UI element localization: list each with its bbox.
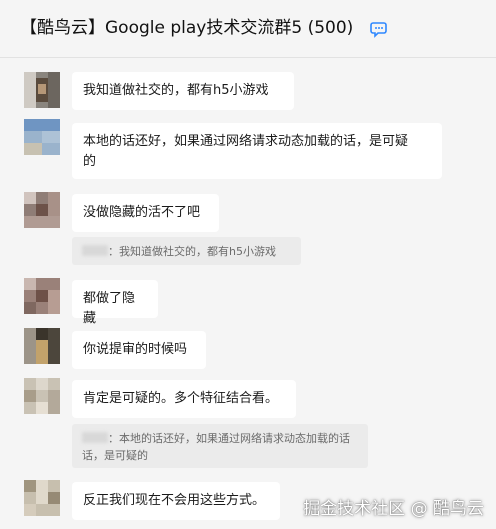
message-text: 肯定是可疑的。多个特征结合看。 bbox=[83, 391, 279, 406]
chat-header: 【酷鸟云】Google play技术交流群5 (500) bbox=[0, 0, 496, 58]
watermark: 掘金技术社区 @ 酷鸟云 bbox=[303, 499, 484, 519]
quoted-sender-name bbox=[82, 432, 108, 443]
quoted-text-line: ：本地的话还好，如果通过网络请求动态加载的话 bbox=[108, 432, 350, 445]
message-bubble: 没做隐藏的活不了吧 bbox=[72, 194, 219, 232]
quoted-sender-name bbox=[82, 245, 108, 256]
message-bubble: 我知道做社交的，都有h5小游戏 bbox=[72, 72, 294, 110]
message-text-line: 的 bbox=[83, 154, 97, 169]
group-title[interactable]: 【酷鸟云】Google play技术交流群5 (500) bbox=[20, 17, 353, 39]
message-bubble: 都做了隐藏 bbox=[72, 280, 158, 326]
message-bubble: 反正我们现在不会用这些方式。 bbox=[72, 482, 280, 520]
avatar[interactable] bbox=[24, 480, 60, 516]
message-text-line: 本地的话还好，如果通过网络请求动态加载的话，是可疑 bbox=[83, 134, 409, 149]
message-bubble: 你说提审的时候吗 bbox=[72, 331, 206, 369]
quoted-text: ：我知道做社交的，都有h5小游戏 bbox=[108, 245, 276, 258]
chat-bubble-icon[interactable] bbox=[370, 20, 388, 38]
avatar[interactable] bbox=[24, 328, 60, 364]
avatar[interactable] bbox=[24, 119, 60, 155]
avatar[interactable] bbox=[24, 278, 60, 314]
avatar[interactable] bbox=[24, 378, 60, 414]
avatar[interactable] bbox=[24, 192, 60, 228]
quoted-message[interactable]: ：我知道做社交的，都有h5小游戏 bbox=[72, 237, 301, 265]
message-text: 都做了隐藏 bbox=[83, 291, 136, 326]
message-text: 我知道做社交的，都有h5小游戏 bbox=[83, 83, 269, 98]
message-bubble: 本地的话还好，如果通过网络请求动态加载的话，是可疑 的 bbox=[72, 123, 442, 179]
avatar[interactable] bbox=[24, 72, 60, 108]
message-text: 反正我们现在不会用这些方式。 bbox=[83, 493, 266, 508]
quoted-text-line: 话，是可疑的 bbox=[82, 449, 148, 462]
message-text: 没做隐藏的活不了吧 bbox=[83, 205, 201, 220]
message-bubble: 肯定是可疑的。多个特征结合看。 bbox=[72, 380, 296, 418]
message-text: 你说提审的时候吗 bbox=[83, 342, 188, 357]
quoted-message[interactable]: ：本地的话还好，如果通过网络请求动态加载的话 话，是可疑的 bbox=[72, 424, 368, 468]
